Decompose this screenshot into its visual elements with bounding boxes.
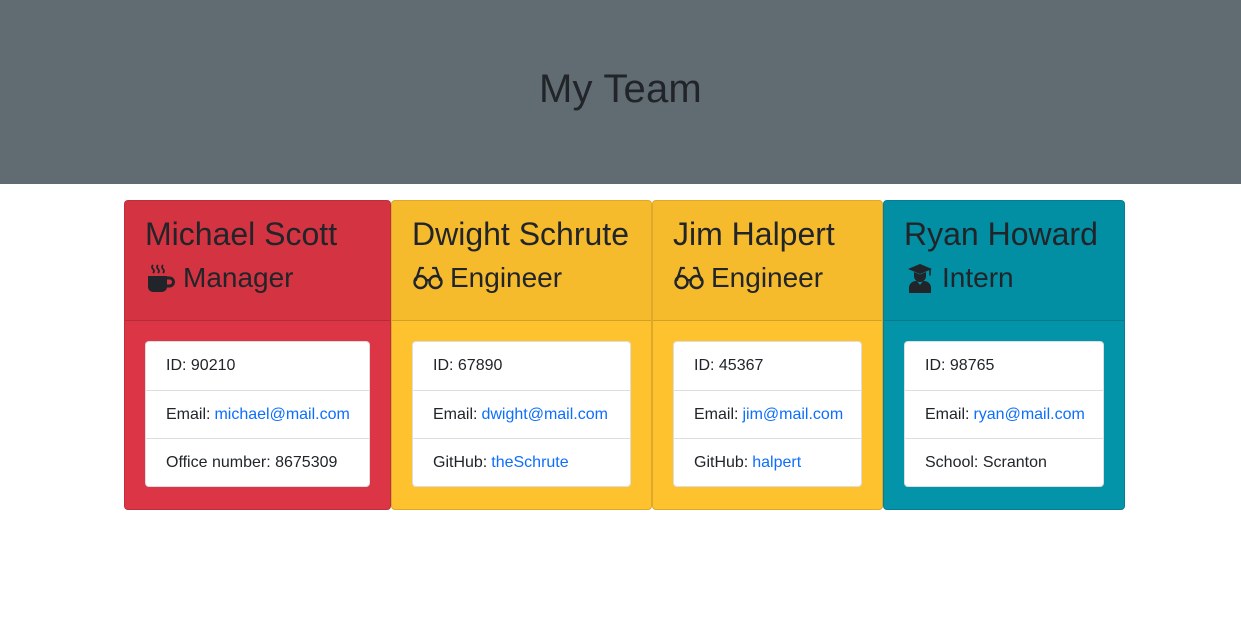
email-label: Email:: [925, 405, 970, 423]
employee-card-engineer: Dwight Schrute Engineer ID: 67890 Email:…: [391, 200, 652, 510]
card-body: ID: 67890 Email: dwight@mail.com GitHub: t…: [392, 321, 651, 487]
id-label: ID:: [925, 357, 946, 374]
email-link[interactable]: dwight@mail.com: [481, 406, 608, 424]
github-label: GitHub:: [433, 453, 488, 471]
employee-name: Jim Halpert: [673, 216, 835, 252]
header-banner: My Team: [0, 0, 1241, 184]
email-row: Email: michael@mail.com: [146, 390, 369, 438]
card-body: ID: 90210 Email: michael@mail.com Office …: [125, 321, 390, 487]
employee-role: Engineer: [673, 261, 862, 295]
employee-role-label: Intern: [942, 262, 1014, 293]
id-value: 90210: [190, 357, 236, 374]
card-header: Michael Scott Manager: [125, 201, 390, 321]
email-row: Email: ryan@mail.com: [905, 390, 1103, 438]
office-number-label: Office number:: [166, 453, 271, 471]
email-link[interactable]: jim@mail.com: [742, 406, 843, 424]
id-row: ID: 45367: [674, 342, 861, 390]
office-number-row: Office number: 8675309: [146, 438, 369, 486]
card-body: ID: 98765 Email: ryan@mail.com School: Sc…: [884, 321, 1124, 487]
glasses-icon: [673, 263, 705, 293]
email-label: Email:: [694, 405, 739, 423]
email-link[interactable]: michael@mail.com: [214, 406, 349, 424]
employee-role-label: Manager: [183, 262, 294, 293]
email-row: Email: jim@mail.com: [674, 390, 861, 438]
mug-icon: [145, 263, 177, 293]
school-value: Scranton: [982, 453, 1047, 471]
school-label: School:: [925, 453, 979, 471]
office-number-value: 8675309: [275, 453, 338, 471]
employee-card-intern: Ryan Howard Intern ID: 98765 Email: ryan…: [883, 200, 1125, 510]
employee-role-label: Engineer: [450, 262, 563, 293]
id-label: ID:: [694, 357, 715, 374]
email-row: Email: dwight@mail.com: [413, 390, 630, 438]
details-list: ID: 67890 Email: dwight@mail.com GitHub: t…: [412, 341, 631, 487]
id-row: ID: 90210: [146, 342, 369, 390]
email-label: Email:: [433, 405, 478, 423]
employee-role: Intern: [904, 261, 1104, 295]
employee-name: Michael Scott: [145, 216, 338, 252]
employee-role-label: Engineer: [711, 262, 824, 293]
github-link[interactable]: halpert: [752, 454, 801, 472]
employee-card-engineer: Jim Halpert Engineer ID: 45367 Email: ji…: [652, 200, 883, 510]
github-row: GitHub: theSchrute: [413, 438, 630, 486]
github-link[interactable]: theSchrute: [491, 454, 568, 472]
details-list: ID: 98765 Email: ryan@mail.com School: Sc…: [904, 341, 1104, 487]
card-body: ID: 45367 Email: jim@mail.com GitHub: halp…: [653, 321, 882, 487]
page-title: My Team: [539, 66, 702, 111]
id-row: ID: 67890: [413, 342, 630, 390]
id-label: ID:: [166, 357, 187, 374]
employee-role: Manager: [145, 261, 370, 295]
team-cards: Michael Scott Manager ID: 90210 Email: m…: [124, 200, 1125, 510]
employee-name: Dwight Schrute: [412, 216, 629, 252]
details-list: ID: 90210 Email: michael@mail.com Office …: [145, 341, 370, 487]
school-row: School: Scranton: [905, 438, 1103, 486]
employee-card-manager: Michael Scott Manager ID: 90210 Email: m…: [124, 200, 391, 510]
github-label: GitHub:: [694, 453, 749, 471]
id-label: ID:: [433, 357, 454, 374]
details-list: ID: 45367 Email: jim@mail.com GitHub: halp…: [673, 341, 862, 487]
github-row: GitHub: halpert: [674, 438, 861, 486]
card-header: Jim Halpert Engineer: [653, 201, 882, 321]
id-value: 98765: [949, 357, 995, 374]
card-header: Dwight Schrute Engineer: [392, 201, 651, 321]
employee-role: Engineer: [412, 261, 631, 295]
email-label: Email:: [166, 405, 211, 423]
email-link[interactable]: ryan@mail.com: [973, 406, 1084, 424]
employee-name: Ryan Howard: [904, 216, 1098, 252]
id-value: 45367: [718, 357, 764, 374]
card-header: Ryan Howard Intern: [884, 201, 1124, 321]
id-row: ID: 98765: [905, 342, 1103, 390]
glasses-icon: [412, 263, 444, 293]
id-value: 67890: [457, 357, 503, 374]
graduate-icon: [904, 263, 936, 293]
